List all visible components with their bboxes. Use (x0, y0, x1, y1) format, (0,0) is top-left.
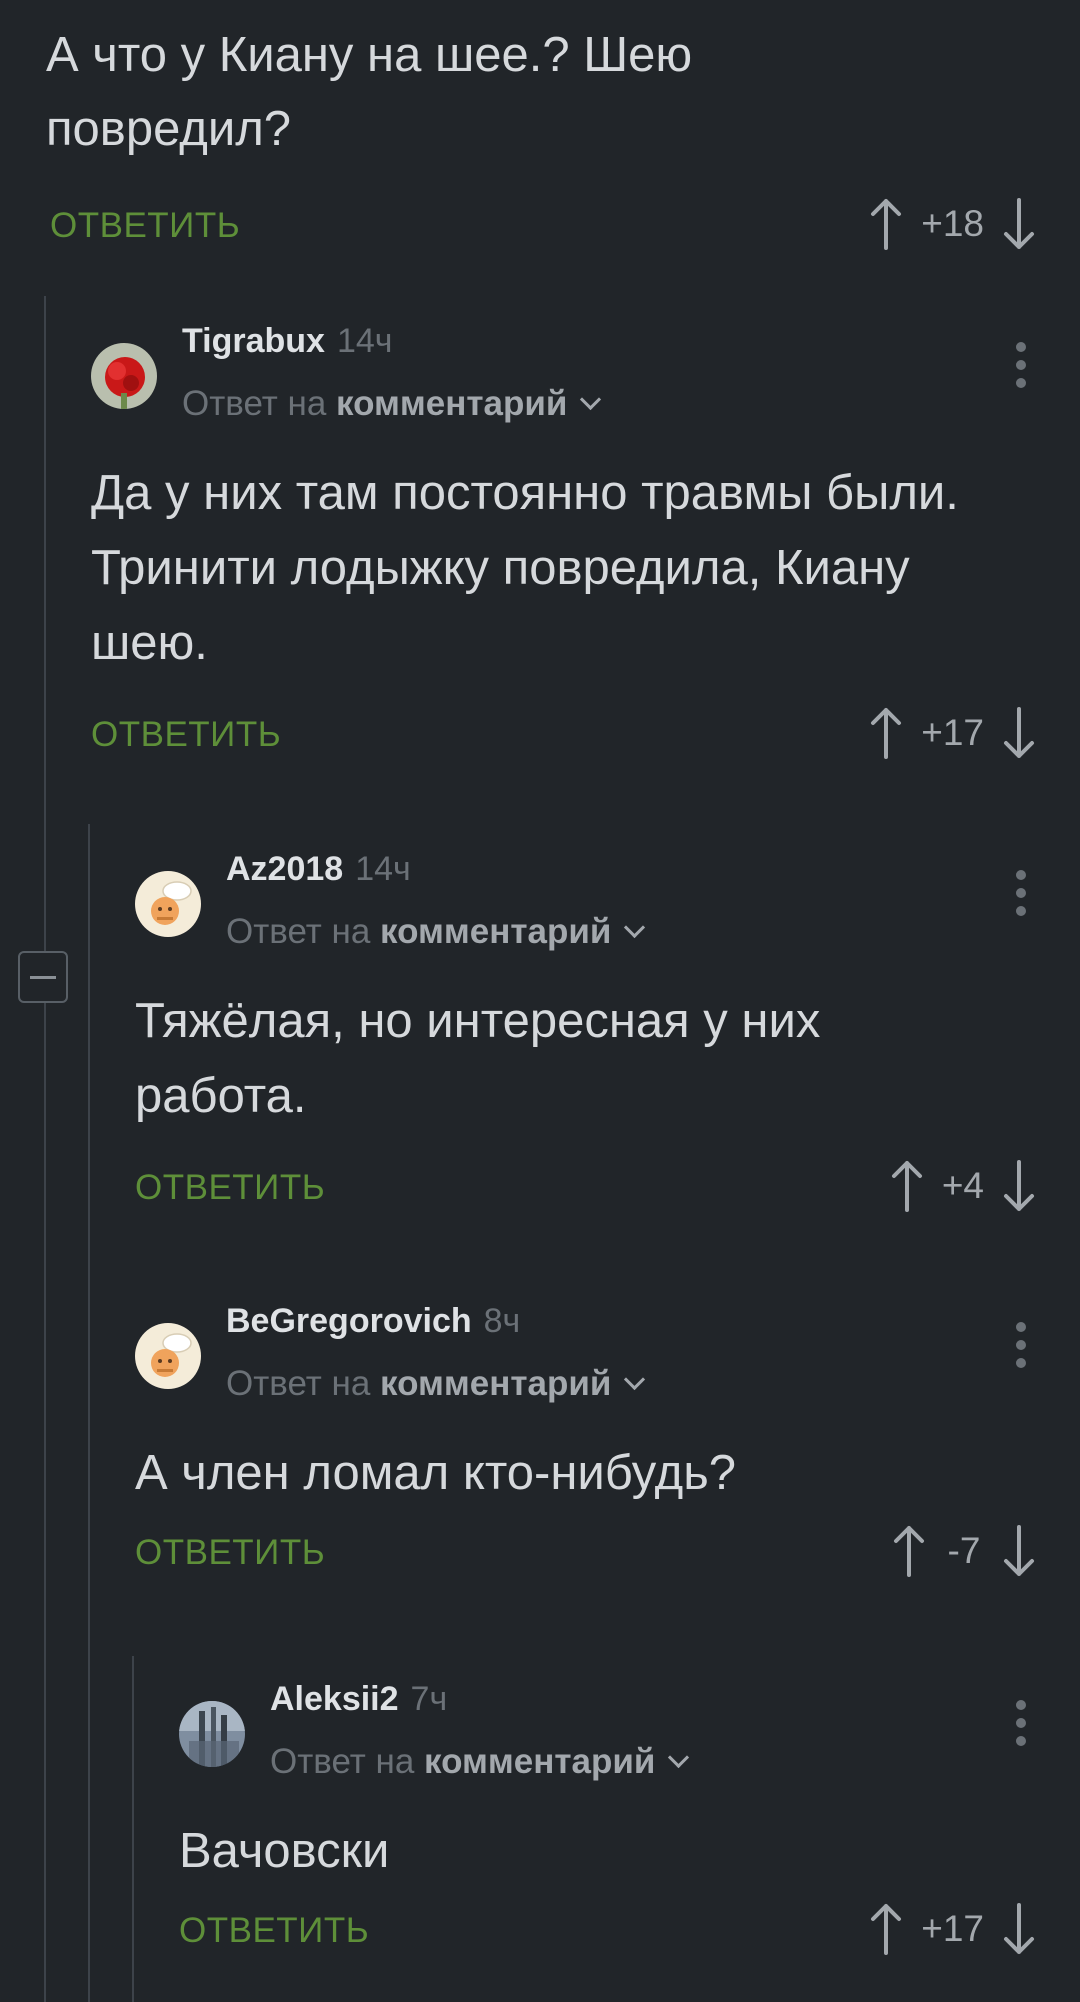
reply-to-prefix: Ответ на (182, 384, 327, 423)
comment-az2018: Az2018 14ч Ответ на комментарий Тяжёлая, … (135, 850, 1036, 1216)
more-vertical-icon[interactable] (1016, 1322, 1026, 1368)
more-vertical-icon[interactable] (1016, 1700, 1026, 1746)
avatar[interactable] (179, 1701, 245, 1767)
reply-to-prefix: Ответ на (270, 1742, 415, 1781)
comment-header: Aleksii2 7ч Ответ на комментарий (179, 1680, 1036, 1790)
reply-to-prefix: Ответ на (226, 1364, 371, 1403)
comment-score: +4 (941, 1165, 984, 1206)
comment-time: 14ч (336, 322, 393, 360)
comment-actions: ОТВЕТИТЬ -7 (135, 1521, 1036, 1581)
chevron-down-icon[interactable] (668, 1746, 690, 1769)
reply-to-link[interactable]: комментарий (336, 384, 567, 423)
more-vertical-icon[interactable] (1016, 342, 1026, 388)
arrow-up-icon[interactable] (869, 1903, 903, 1955)
comment-text: Тяжёлая, но интересная у них работа. (135, 994, 821, 1123)
reply-to-link[interactable]: комментарий (380, 1364, 611, 1403)
author-line: Aleksii2 7ч (270, 1680, 447, 1719)
author-line: BeGregorovich 8ч (226, 1302, 520, 1341)
comment-text: Да у них там постоянно травмы были. Трин… (91, 466, 959, 670)
chevron-down-icon[interactable] (624, 1368, 646, 1391)
reply-to-line[interactable]: Ответ на комментарий (270, 1742, 690, 1782)
collapse-thread-button[interactable] (18, 951, 68, 1003)
comment-score: +18 (921, 203, 984, 244)
arrow-down-icon[interactable] (1002, 1160, 1036, 1212)
minus-icon (30, 975, 56, 979)
reply-to-line[interactable]: Ответ на комментарий (182, 384, 602, 424)
comment-text: А член ломал кто-нибудь? (135, 1446, 736, 1500)
thread-line-level-3 (132, 1656, 134, 2002)
comment-header: Tigrabux 14ч Ответ на комментарий (91, 322, 1036, 432)
comment-score: +17 (921, 1908, 984, 1949)
author-name[interactable]: Az2018 (226, 850, 343, 888)
comment-actions: ОТВЕТИТЬ +17 (179, 1899, 1036, 1959)
reply-to-line[interactable]: Ответ на комментарий (226, 1364, 646, 1404)
arrow-up-icon[interactable] (890, 1160, 924, 1212)
arrow-up-icon[interactable] (892, 1525, 926, 1577)
reply-button[interactable]: ОТВЕТИТЬ (179, 1911, 369, 1951)
comment-actions: ОТВЕТИТЬ +4 (135, 1156, 1036, 1216)
comment-text: Вачовски (179, 1824, 390, 1878)
parent-comment: А что у Киану на шее.? Шею повредил? ОТВ… (46, 18, 1036, 254)
comment-score: +17 (921, 712, 984, 753)
comment-header: Az2018 14ч Ответ на комментарий (135, 850, 1036, 960)
comment-score: -7 (947, 1530, 981, 1571)
chevron-down-icon[interactable] (580, 388, 602, 411)
reply-button[interactable]: ОТВЕТИТЬ (135, 1168, 325, 1208)
comment-actions: ОТВЕТИТЬ +18 (46, 194, 1036, 254)
vote-controls: -7 (892, 1521, 1036, 1581)
arrow-up-icon[interactable] (869, 707, 903, 759)
thread-line-level-1 (44, 296, 46, 2002)
reply-button[interactable]: ОТВЕТИТЬ (50, 206, 240, 246)
comment-text: А что у Киану на шее.? Шею повредил? (46, 28, 693, 156)
vote-controls: +17 (869, 703, 1036, 763)
reply-to-link[interactable]: комментарий (380, 912, 611, 951)
avatar[interactable] (135, 871, 201, 937)
author-name[interactable]: Aleksii2 (270, 1680, 399, 1718)
thread-line-level-2 (88, 824, 90, 2002)
more-vertical-icon[interactable] (1016, 870, 1026, 916)
author-name[interactable]: Tigrabux (182, 322, 325, 360)
vote-controls: +4 (890, 1156, 1036, 1216)
arrow-down-icon[interactable] (1002, 1525, 1036, 1577)
reply-to-prefix: Ответ на (226, 912, 371, 951)
comment-time: 7ч (410, 1680, 448, 1718)
vote-controls: +18 (869, 194, 1036, 254)
comment-actions: ОТВЕТИТЬ +17 (91, 703, 1036, 763)
vote-controls: +17 (869, 1899, 1036, 1959)
comment-tigrabux: Tigrabux 14ч Ответ на комментарий Да у ни… (91, 322, 1036, 763)
reply-button[interactable]: ОТВЕТИТЬ (135, 1533, 325, 1573)
reply-to-line[interactable]: Ответ на комментарий (226, 912, 646, 952)
author-name[interactable]: BeGregorovich (226, 1302, 472, 1340)
reply-to-link[interactable]: комментарий (424, 1742, 655, 1781)
comment-header: BeGregorovich 8ч Ответ на комментарий (135, 1302, 1036, 1412)
arrow-up-icon[interactable] (869, 198, 903, 250)
avatar[interactable] (135, 1323, 201, 1389)
author-line: Az2018 14ч (226, 850, 411, 889)
arrow-down-icon[interactable] (1002, 707, 1036, 759)
comment-time: 8ч (483, 1302, 521, 1340)
avatar[interactable] (91, 343, 157, 409)
comment-aleksii2: Aleksii2 7ч Ответ на комментарий Вачовски… (179, 1680, 1036, 1959)
comment-begregorovich: BeGregorovich 8ч Ответ на комментарий А ч… (135, 1302, 1036, 1581)
comment-time: 14ч (355, 850, 411, 888)
arrow-down-icon[interactable] (1002, 1903, 1036, 1955)
chevron-down-icon[interactable] (624, 916, 646, 939)
reply-button[interactable]: ОТВЕТИТЬ (91, 715, 281, 755)
author-line: Tigrabux 14ч (182, 322, 393, 361)
arrow-down-icon[interactable] (1002, 198, 1036, 250)
